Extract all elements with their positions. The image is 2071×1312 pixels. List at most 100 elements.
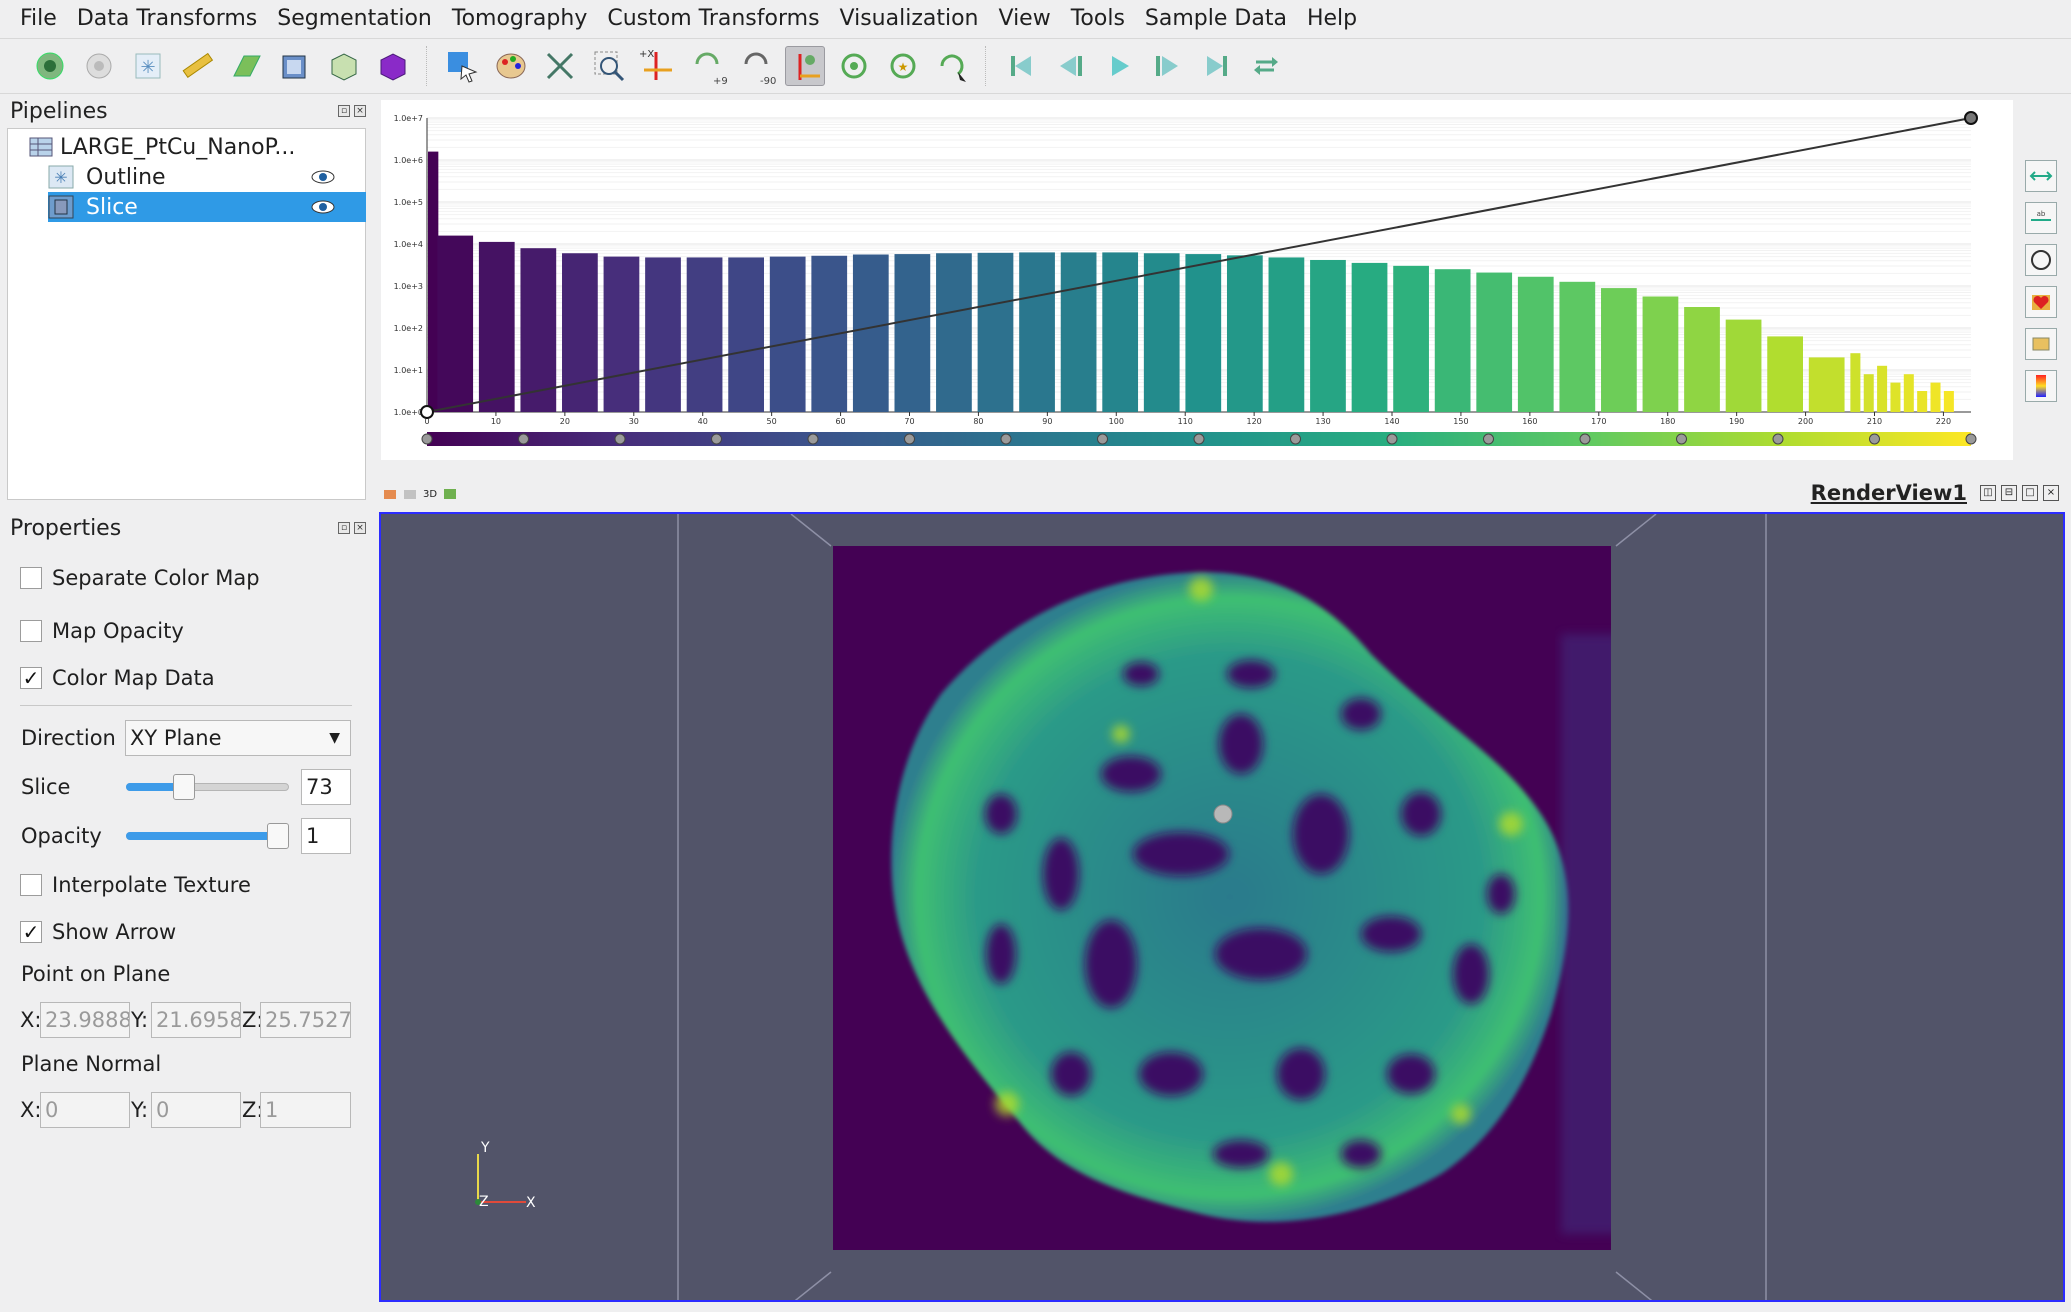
set-axes-icon[interactable]: +X <box>638 46 678 86</box>
opacity-label: Opacity <box>21 824 102 848</box>
opacity-input[interactable]: 1 <box>301 818 351 854</box>
axis-y-label: Y <box>480 1140 490 1156</box>
pipeline-item-dataset[interactable]: LARGE_PtCu_NanoP... <box>28 132 363 162</box>
menu-data-transforms[interactable]: Data Transforms <box>67 6 267 31</box>
visibility-eye-icon[interactable] <box>310 198 336 216</box>
rotate-minus-90-icon[interactable]: -90 <box>736 46 776 86</box>
slice-input[interactable]: 73 <box>301 769 351 805</box>
view-orientation-icon[interactable] <box>785 46 825 86</box>
volume-icon[interactable] <box>373 46 413 86</box>
rotate-icon[interactable] <box>834 46 874 86</box>
map-opacity-checkbox[interactable]: Map Opacity <box>20 619 184 643</box>
rotate-cursor-icon[interactable] <box>932 46 972 86</box>
open-data-icon[interactable] <box>30 46 70 86</box>
reset-camera-icon[interactable] <box>540 46 580 86</box>
point-x-field[interactable]: 23.98888 <box>40 1002 130 1038</box>
normal-y-field[interactable]: 0 <box>151 1092 241 1128</box>
interact-icon[interactable] <box>442 46 482 86</box>
outline-icon[interactable]: ✳ <box>128 46 168 86</box>
menu-help[interactable]: Help <box>1297 6 1367 31</box>
zoom-to-box-icon[interactable] <box>589 46 629 86</box>
opacity-slider-handle[interactable] <box>267 823 289 849</box>
histogram-panel[interactable]: 1.0e+0 1.0e+1 1.0e+2 1.0e+3 1.0e+4 1.0e+5 1.0e… <box>381 100 2013 460</box>
menu-segmentation[interactable]: Segmentation <box>267 6 442 31</box>
color-legend-icon[interactable] <box>2025 370 2057 402</box>
normal-x-field[interactable]: 0 <box>40 1092 130 1128</box>
split-horizontal-icon[interactable]: ◫ <box>1980 485 1996 501</box>
menu-sample-data[interactable]: Sample Data <box>1135 6 1297 31</box>
render-canvas[interactable]: Y X Z <box>381 514 2065 1302</box>
first-frame-icon[interactable] <box>1001 46 1041 86</box>
menu-tomography[interactable]: Tomography <box>442 6 597 31</box>
invert-icon[interactable] <box>2025 244 2057 276</box>
render-view-title[interactable]: RenderView1 <box>1811 481 1967 505</box>
separate-color-map-checkbox[interactable]: Separate Color Map <box>20 566 260 590</box>
presets-icon[interactable] <box>2025 286 2057 318</box>
menu-visualization[interactable]: Visualization <box>830 6 989 31</box>
camera-undo-icon[interactable] <box>383 487 397 501</box>
loop-icon[interactable] <box>1246 46 1286 86</box>
direction-select[interactable]: XY Plane ▼ <box>125 720 351 756</box>
next-frame-icon[interactable] <box>1148 46 1188 86</box>
previous-frame-icon[interactable] <box>1050 46 1090 86</box>
slice-slider-handle[interactable] <box>173 774 195 800</box>
color-control-point <box>1386 433 1398 445</box>
histogram-chart[interactable]: 1.0e+0 1.0e+1 1.0e+2 1.0e+3 1.0e+4 1.0e+5 1.0e… <box>381 100 2013 460</box>
point-y-value: 21.69583 <box>156 1008 240 1032</box>
check-mark: ✓ <box>22 666 40 690</box>
checkbox-box[interactable] <box>20 874 42 896</box>
visibility-eye-icon[interactable] <box>310 168 336 186</box>
histogram-bar <box>1310 259 1346 412</box>
float-panel-button[interactable]: ▫ <box>338 522 350 534</box>
close-panel-button[interactable]: × <box>354 105 366 117</box>
rescale-range-icon[interactable] <box>2025 160 2057 192</box>
split-vertical-icon[interactable]: ⊟ <box>2001 485 2017 501</box>
menu-custom-transforms[interactable]: Custom Transforms <box>597 6 829 31</box>
render-view[interactable]: Y X Z <box>379 512 2065 1302</box>
custom-range-icon[interactable]: ab <box>2025 202 2057 234</box>
menu-view[interactable]: View <box>989 6 1061 31</box>
rotate-plus-90-icon[interactable]: +90 <box>687 46 727 86</box>
pipeline-item-slice[interactable]: Slice <box>48 192 366 222</box>
contour-icon[interactable] <box>275 46 315 86</box>
menu-file[interactable]: File <box>10 6 67 31</box>
color-control-point <box>614 433 626 445</box>
checkbox-box[interactable] <box>20 567 42 589</box>
close-view-icon[interactable]: × <box>2043 485 2059 501</box>
point-x-value: 23.98888 <box>45 1008 129 1032</box>
ruler-icon[interactable] <box>177 46 217 86</box>
color-map-data-checkbox[interactable]: ✓ Color Map Data <box>20 666 215 690</box>
checkbox-label: Show Arrow <box>52 920 177 944</box>
histogram-bar <box>1226 255 1263 412</box>
camera-redo-icon[interactable] <box>403 487 417 501</box>
float-panel-button[interactable]: ▫ <box>338 105 350 117</box>
pipeline-item-outline[interactable]: ✳ Outline <box>48 162 366 192</box>
reset-icon[interactable] <box>79 46 119 86</box>
x-tick-label: 170 <box>1591 417 1606 426</box>
edit-icon[interactable] <box>2025 328 2057 360</box>
last-frame-icon[interactable] <box>1197 46 1237 86</box>
histogram-bar <box>1917 391 1928 412</box>
close-panel-button[interactable]: × <box>354 522 366 534</box>
rotate-cw-icon[interactable]: ★ <box>883 46 923 86</box>
maximize-icon[interactable]: □ <box>2022 485 2038 501</box>
render-view-header: 3D RenderView1 ◫ ⊟ □ × <box>377 478 2067 510</box>
play-icon[interactable] <box>1099 46 1139 86</box>
interpolate-texture-checkbox[interactable]: Interpolate Texture <box>20 873 251 897</box>
slice-icon[interactable] <box>226 46 266 86</box>
point-y-field[interactable]: 21.69583 <box>151 1002 241 1038</box>
normal-z-field[interactable]: 1 <box>260 1092 351 1128</box>
checkbox-box[interactable]: ✓ <box>20 920 42 944</box>
show-arrow-checkbox[interactable]: ✓ Show Arrow <box>20 920 176 944</box>
color-palette-icon[interactable] <box>491 46 531 86</box>
menu-tools[interactable]: Tools <box>1061 6 1135 31</box>
point-z-field[interactable]: 25.75277 <box>260 1002 351 1038</box>
slice-icon <box>48 195 74 219</box>
checkbox-box[interactable]: ✓ <box>20 666 42 690</box>
screenshot-icon[interactable] <box>443 487 457 501</box>
y-tick-label: 1.0e+1 <box>394 366 423 375</box>
histogram-bar <box>1725 319 1762 412</box>
checkbox-box[interactable] <box>20 620 42 642</box>
clip-icon[interactable] <box>324 46 364 86</box>
view-mode-toggle[interactable]: 3D <box>423 489 437 500</box>
